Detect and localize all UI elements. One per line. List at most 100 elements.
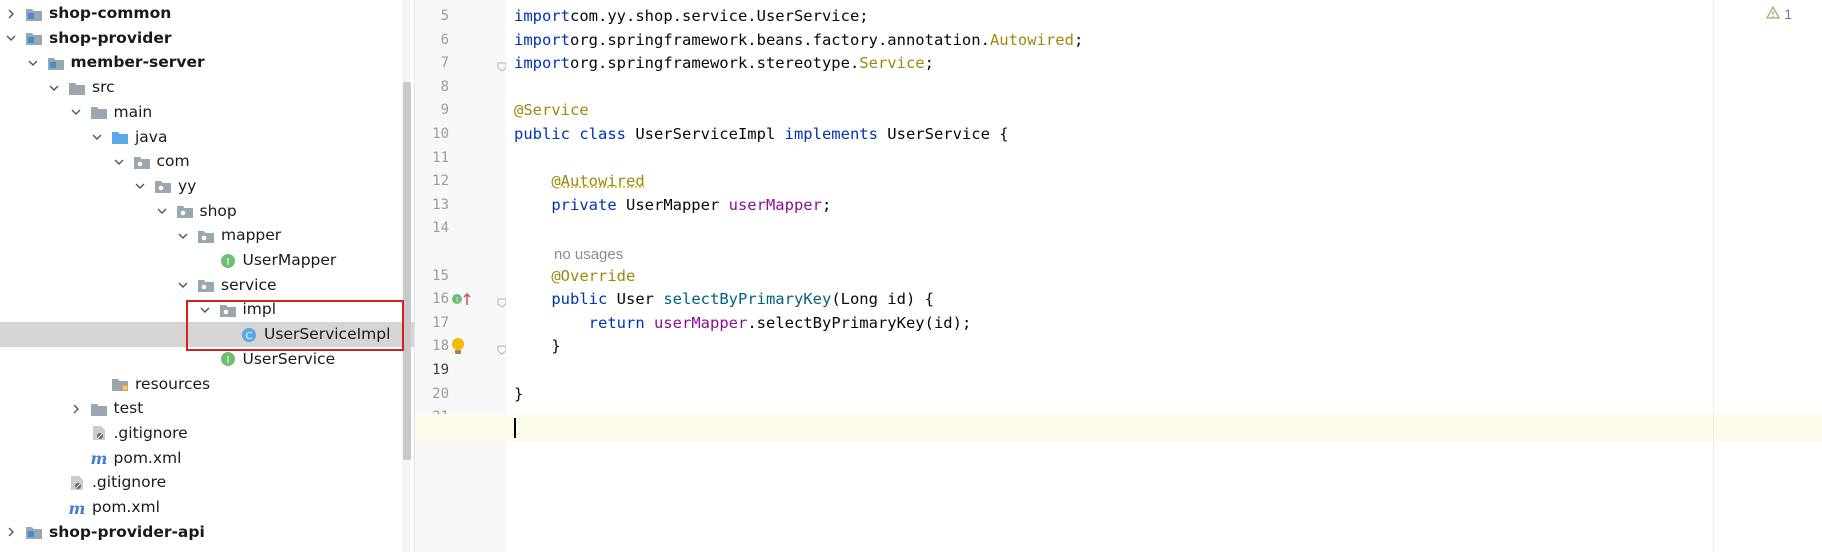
class-icon: C [239,326,259,344]
tree-item[interactable]: src [0,75,415,100]
code-line[interactable]: importorg.springframework.stereotype.Ser… [514,50,934,77]
code-token: return [588,313,645,332]
chevron-down-icon[interactable] [90,130,104,144]
folder-icon [67,79,87,97]
code-token: @Autowired [551,172,645,191]
chevron-right-icon[interactable] [4,525,18,539]
tree-item-label: resources [135,374,211,393]
tree-item[interactable]: member-server [0,50,415,75]
tree-item[interactable]: java [0,125,415,150]
chevron-down-icon[interactable] [176,278,190,292]
tree-scrollbar-thumb[interactable] [403,82,411,460]
code-token: org.springframework.beans.factory.annota… [570,30,990,49]
tree-item-label: .gitignore [113,423,188,442]
tree-item[interactable]: shop-provider-api [0,520,415,545]
package-icon [218,301,238,319]
tree-item-label: yy [178,176,197,195]
code-line[interactable]: private UserMapper userMapper; [514,192,831,219]
tree-item[interactable]: shop-provider [0,26,415,51]
chevron-down-icon[interactable] [47,81,61,95]
tree-item[interactable]: mapper [0,223,415,248]
maven-icon: m [89,449,109,467]
tree-item-label: shop-provider [49,28,172,47]
tree-item[interactable]: com [0,149,415,174]
tree-item-label: com [156,152,190,171]
interface-icon: I [218,252,238,270]
code-token: import [514,54,570,73]
package-icon [132,153,152,171]
maven-icon: m [67,499,87,517]
code-line[interactable]: public class UserServiceImpl implements … [514,121,1009,148]
code-token: implements [784,125,878,143]
gitignore-icon [67,474,87,492]
code-token: ; [821,195,832,214]
code-token: import [514,7,570,25]
code-line[interactable]: } [514,333,561,360]
code-token: ; [1073,30,1084,49]
chevron-down-icon[interactable] [112,155,126,169]
code-token: userMapper [654,313,748,332]
current-line-gutter [415,414,506,441]
tree-item[interactable]: service [0,273,415,298]
tree-item-label: UserMapper [242,251,337,269]
tree-item[interactable]: m pom.xml [0,446,415,471]
text-caret [514,418,516,438]
chevron-right-icon[interactable] [4,7,18,21]
code-token: userMapper [728,195,822,214]
implements-method-icon[interactable]: I [451,291,473,307]
chevron-down-icon[interactable] [26,56,40,70]
tree-item-label: shop [199,201,237,220]
chevron-down-icon[interactable] [69,105,83,119]
tree-item[interactable]: main [0,100,415,125]
chevron-down-icon[interactable] [176,229,190,243]
code-token: @Override [551,266,636,285]
chevron-down-icon[interactable] [155,204,169,218]
code-token: com.yy.shop.service.UserService; [570,7,869,25]
package-icon [175,202,195,220]
tree-item-label: service [221,275,277,294]
resources-folder-icon [110,375,130,393]
tree-item[interactable]: resources [0,372,415,397]
tree-item[interactable]: test [0,396,415,421]
tree-item[interactable]: I UserService [0,347,415,372]
current-line-highlight [506,414,1822,441]
code-token: public [551,290,608,309]
tree-item[interactable]: yy [0,174,415,199]
code-token: UserService { [877,125,1009,143]
warning-icon [1766,5,1781,22]
code-line[interactable]: return userMapper.selectByPrimaryKey(id)… [514,310,972,337]
tree-item[interactable]: I UserMapper [0,248,415,273]
chevron-right-icon[interactable] [69,402,83,416]
tree-item[interactable]: C UserServiceImpl [0,322,415,348]
tree-item[interactable]: shop [0,199,415,224]
tree-item-label: mapper [221,226,282,245]
code-token: } [514,337,561,356]
code-line[interactable]: } [514,381,523,408]
tree-item[interactable]: .gitignore [0,421,415,446]
source-folder-icon [110,128,130,146]
tree-item[interactable]: impl [0,297,415,322]
inspection-widget[interactable]: 1 [1766,5,1792,22]
code-token: (Long id) { [831,290,934,309]
code-token: } [514,384,524,403]
chevron-down-icon[interactable] [4,31,18,45]
lightbulb-icon[interactable] [450,337,466,357]
tree-item[interactable]: .gitignore [0,470,415,495]
tree-item-label: main [113,102,153,121]
tree-item[interactable]: shop-common [0,1,415,26]
code-token: @Service [514,101,589,120]
svg-text:I: I [226,257,229,268]
chevron-down-icon[interactable] [198,303,212,317]
tree-item-label: shop-common [49,4,172,22]
tree-item-label: .gitignore [92,473,167,492]
tree-item[interactable]: m pom.xml [0,495,415,520]
code-editor[interactable]: importcom.yy.shop.service.UserService; im… [452,0,1822,552]
chevron-down-icon[interactable] [133,179,147,193]
svg-text:I: I [226,355,229,366]
tree-item-label: UserService [242,349,336,368]
